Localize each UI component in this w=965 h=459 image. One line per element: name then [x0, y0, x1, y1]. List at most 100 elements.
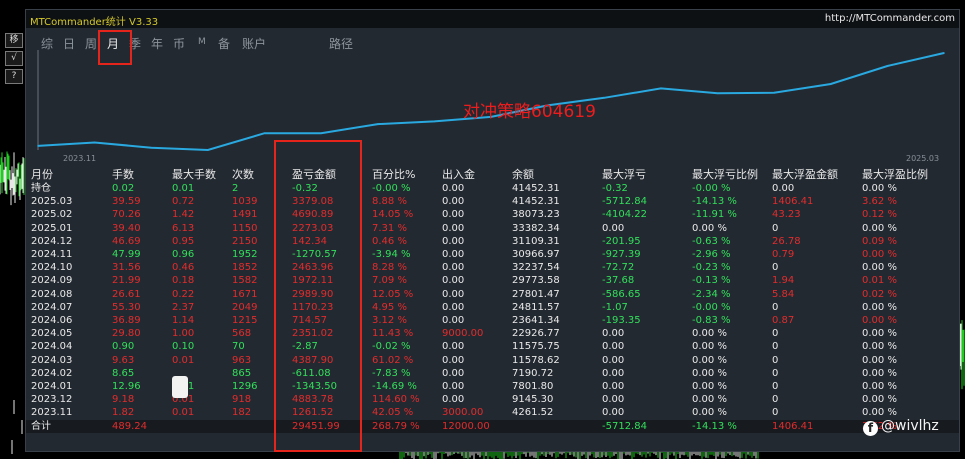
cell-11: 0.01 %: [862, 275, 897, 287]
cell-4: 2273.03: [292, 222, 334, 234]
cell-10: 1406.41: [772, 420, 814, 432]
cell-1: 1.82: [112, 407, 135, 419]
help-tool-icon[interactable]: ?: [5, 69, 23, 84]
cell-4: -1343.50: [292, 381, 337, 392]
cell-6: 0.00: [442, 183, 465, 194]
cell-7: 22926.77: [512, 328, 560, 340]
cell-6: 0.00: [442, 262, 465, 274]
cell-3: 918: [232, 394, 252, 406]
cell-6: 0.00: [442, 354, 465, 366]
cell-7: 32237.54: [512, 262, 560, 274]
cell-2: 2.37: [172, 301, 195, 313]
column-header-11: 最大浮盈比例: [862, 168, 928, 181]
cell-7: 24811.57: [512, 301, 560, 313]
cell-9: -0.63 %: [692, 235, 731, 247]
cell-3: 1150: [232, 222, 258, 234]
cell-3: 2049: [232, 301, 258, 313]
cell-0: 2024.11: [31, 249, 73, 260]
cell-10: 0: [772, 407, 779, 419]
cell-5: 4.95 %: [372, 301, 407, 313]
cell-0: 2025.03: [31, 196, 73, 208]
cell-11: 0.00 %: [862, 381, 897, 392]
column-header-7: 余额: [512, 168, 534, 181]
cell-8: 0.00: [602, 394, 625, 406]
cell-9: 0.00 %: [692, 367, 727, 379]
cell-0: 2024.09: [31, 275, 73, 287]
left-toolbar: 移 √?: [5, 33, 25, 87]
cell-5: -7.83 %: [372, 367, 411, 379]
equity-point-12: [716, 92, 719, 95]
cell-0: 持仓: [31, 183, 51, 194]
cell-3: 1582: [232, 275, 258, 287]
x-tick-start: 2023.11: [63, 154, 97, 163]
cell-6: 0.00: [442, 381, 465, 392]
cell-8: -193.35: [602, 315, 641, 326]
cell-1: 46.69: [112, 235, 141, 247]
move-tool-icon[interactable]: 移: [5, 33, 23, 48]
cell-4: 4387.90: [292, 354, 334, 366]
cell-3: 865: [232, 367, 252, 379]
cell-0: 2024.07: [31, 301, 73, 313]
cell-8: 0.00: [602, 328, 625, 340]
watermark: f @wivlhz: [863, 418, 939, 436]
cell-4: 29451.99: [292, 420, 340, 432]
cell-0: 2024.08: [31, 288, 73, 300]
equity-point-14: [830, 83, 832, 85]
cell-11: 0.00 %: [862, 262, 897, 274]
table-row: 2024.02 8.65 865 -611.08 -7.83 % 0.00 7190.72 0…: [26, 367, 959, 380]
cell-9: 0.00 %: [692, 381, 727, 392]
tab-7[interactable]: M: [198, 37, 206, 47]
cell-3: 1215: [232, 315, 258, 326]
column-header-8: 最大浮亏: [602, 168, 646, 181]
table-row: 2024.03 9.63 0.01 963 4387.90 61.02 % 0.00 1157…: [26, 354, 959, 367]
cell-8: -4104.22: [602, 209, 647, 221]
cell-1: 9.63: [112, 354, 135, 366]
strategy-annotation: 对冲策略604619: [463, 102, 596, 122]
cell-2: 6.13: [172, 222, 195, 234]
table-row: 2024.11 47.99 0.96 1952 -1270.57 -3.94 % 0.00 3…: [26, 248, 959, 261]
cell-4: -2.87: [292, 341, 318, 353]
cell-6: 0.00: [442, 367, 465, 379]
cell-6: 9000.00: [442, 328, 484, 340]
cell-1: 0.90: [112, 341, 135, 353]
cell-5: 114.60 %: [372, 394, 420, 406]
cell-4: 1261.52: [292, 407, 334, 419]
cell-8: -1.07: [602, 301, 628, 313]
cell-3: 1491: [232, 209, 258, 221]
table-row: 2024.05 29.80 1.00 568 2351.02 11.43 % 9000.00…: [26, 327, 959, 340]
cell-10: 0: [772, 354, 779, 366]
cell-8: 0.00: [602, 354, 625, 366]
cell-1: 0.02: [112, 183, 135, 194]
equity-point-3: [207, 149, 209, 151]
cell-6: 0.00: [442, 301, 465, 313]
cell-2: 0.46: [172, 262, 195, 274]
check-tool-icon[interactable]: √: [5, 51, 23, 66]
website-link[interactable]: http://MTCommander.com: [825, 13, 955, 24]
cell-3: 1039: [232, 196, 258, 208]
cell-9: -2.34 %: [692, 288, 731, 300]
cell-10: 0: [772, 381, 779, 392]
cell-5: 0.46 %: [372, 235, 407, 247]
cell-9: -14.13 %: [692, 196, 737, 208]
cell-6: 3000.00: [442, 407, 484, 419]
cell-5: 7.31 %: [372, 222, 407, 234]
cell-5: -0.00 %: [372, 183, 411, 194]
cell-9: -2.96 %: [692, 249, 731, 260]
column-header-10: 最大浮盈金额: [772, 168, 838, 181]
cell-1: 26.61: [112, 288, 141, 300]
title-bar: MTCommander统计 V3.33 http://MTCommander.c…: [26, 10, 959, 28]
cell-5: 7.09 %: [372, 275, 407, 287]
cell-4: -0.32: [292, 183, 318, 194]
cell-5: 14.05 %: [372, 209, 414, 221]
equity-point-0: [37, 145, 39, 147]
cell-4: 2463.96: [292, 262, 334, 274]
table-row: 2024.04 0.90 0.10 70 -2.87 -0.02 % 0.00 11575.7…: [26, 340, 959, 353]
cell-4: 2351.02: [292, 328, 334, 340]
cell-5: -14.69 %: [372, 381, 417, 392]
cell-10: 5.84: [772, 288, 795, 300]
cell-0: 2024.04: [31, 341, 73, 353]
cell-10: 0: [772, 328, 779, 340]
cell-6: 0.00: [442, 222, 465, 234]
equity-point-7: [433, 120, 436, 123]
table-row: 2024.10 31.56 0.46 1852 2463.96 8.28 % 0.00 322…: [26, 261, 959, 274]
